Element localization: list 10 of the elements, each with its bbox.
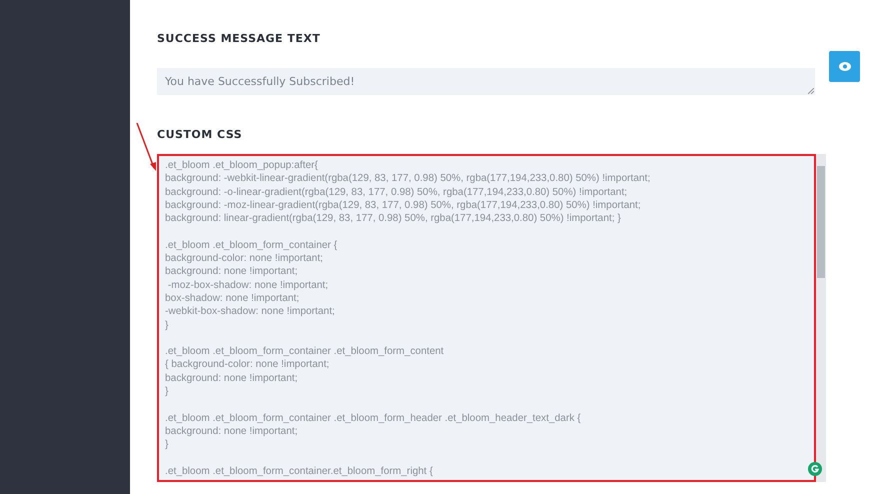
eye-icon [838, 62, 850, 71]
scrollbar[interactable] [816, 154, 826, 482]
code-text: .et_bloom .et_bloom_popup:after{ background: -webkit-linear-gradient(rgba(129, 83, 177, 0.98) 50%, rgba(177,194,233,0.80) 50%) !important; background: -o-linear-gradient(rgba(129, 83, 177, 0.98) 50%, rgba(177,194,233,0.80) 50%) !important; background: -moz-linear-gradient(rgba(129, 83, 177, 0.98) 50%, rgba(177,194,233,0.80) 50%) !important; background: linear-gradient(rgba(129, 83, 177, 0.98) 50%, rgba(177,194,233,0.80) 50%) !important; } .et_bloom .et_bloom_form_container { background-color: none !important; background: none !important; -moz-box-shadow: none !important; box-shadow: none !important; -webkit-box-shadow: none !important; } .et_bloom .et_bloom_form_container .et_bloom_form_content { background-color: none !important; background: none !important; } .et_bloom .et_bloom_form_container .et_bloom_form_header .et_bloom_header_text_dark { background: none !important; } .et_bloom .et_bloom_form_container.et_bloom_form_right { [164, 159, 652, 479]
annotation-arrow [135, 122, 159, 172]
preview-button[interactable] [829, 51, 860, 82]
message-field[interactable]: You have Successfully Subscribed! [157, 68, 815, 95]
field-label: CUSTOM CSS [157, 128, 244, 141]
field-label: SUCCESS MESSAGE TEXT [157, 32, 322, 45]
resize-grip-icon[interactable] [808, 88, 814, 94]
circle-g-icon [808, 462, 822, 476]
